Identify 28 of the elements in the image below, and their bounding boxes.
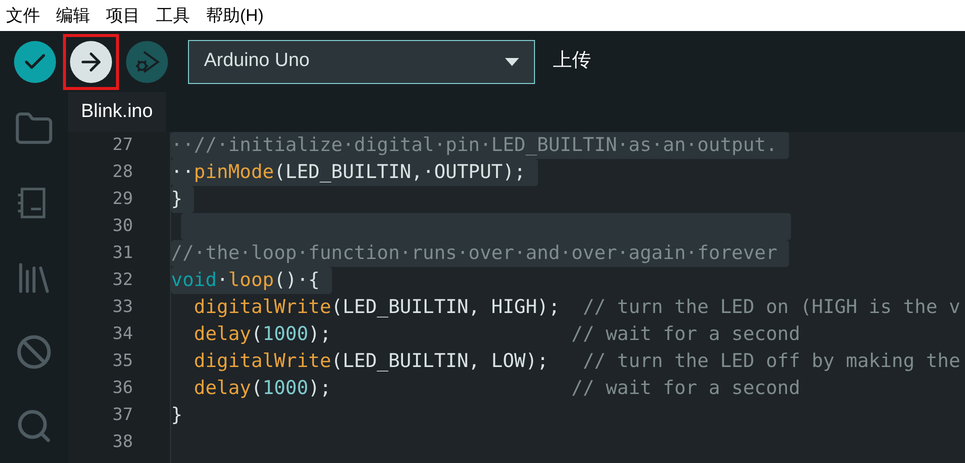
tooltip-text: 上传 (553, 49, 591, 74)
line-number: 34 (112, 322, 133, 346)
upload-button[interactable] (70, 40, 112, 82)
verify-button[interactable] (14, 40, 56, 82)
caret-icon (505, 58, 519, 66)
line-number: 31 (112, 242, 133, 265)
code-line: digitalWrite(LED_BUILTIN, LOW); // turn the LED off by making the (192, 349, 960, 374)
line-number: 35 (112, 350, 133, 373)
line-number: 33 (112, 296, 133, 319)
line-number: 27 (112, 134, 133, 157)
line-number: 37 (112, 404, 133, 427)
file-tab[interactable]: Blink.ino (68, 92, 166, 132)
line-number: 29 (112, 188, 133, 211)
code-line: } (171, 403, 182, 428)
line-number: 32 (112, 268, 133, 292)
menu-item[interactable]: 项目 (106, 2, 140, 28)
line-number: 36 (112, 376, 133, 400)
code-line: digitalWrite(LED_BUILTIN, HIGH); // turn the LED on (HIGH is the v (192, 295, 960, 320)
line-number: 28 (112, 160, 133, 184)
line-number: 38 (112, 430, 133, 454)
board-dropdown[interactable]: Arduino Uno (188, 40, 535, 84)
menu-item[interactable]: 文件 (6, 2, 40, 28)
line-number: 30 (112, 214, 133, 238)
code-line: delay(1000); // wait for a second (192, 322, 800, 347)
code-line: delay(1000); // wait for a second (192, 376, 800, 401)
menu-item[interactable]: 工具 (156, 2, 190, 28)
menu-item[interactable]: 编辑 (56, 2, 90, 28)
menu-item[interactable]: 帮助(H) (206, 2, 264, 28)
